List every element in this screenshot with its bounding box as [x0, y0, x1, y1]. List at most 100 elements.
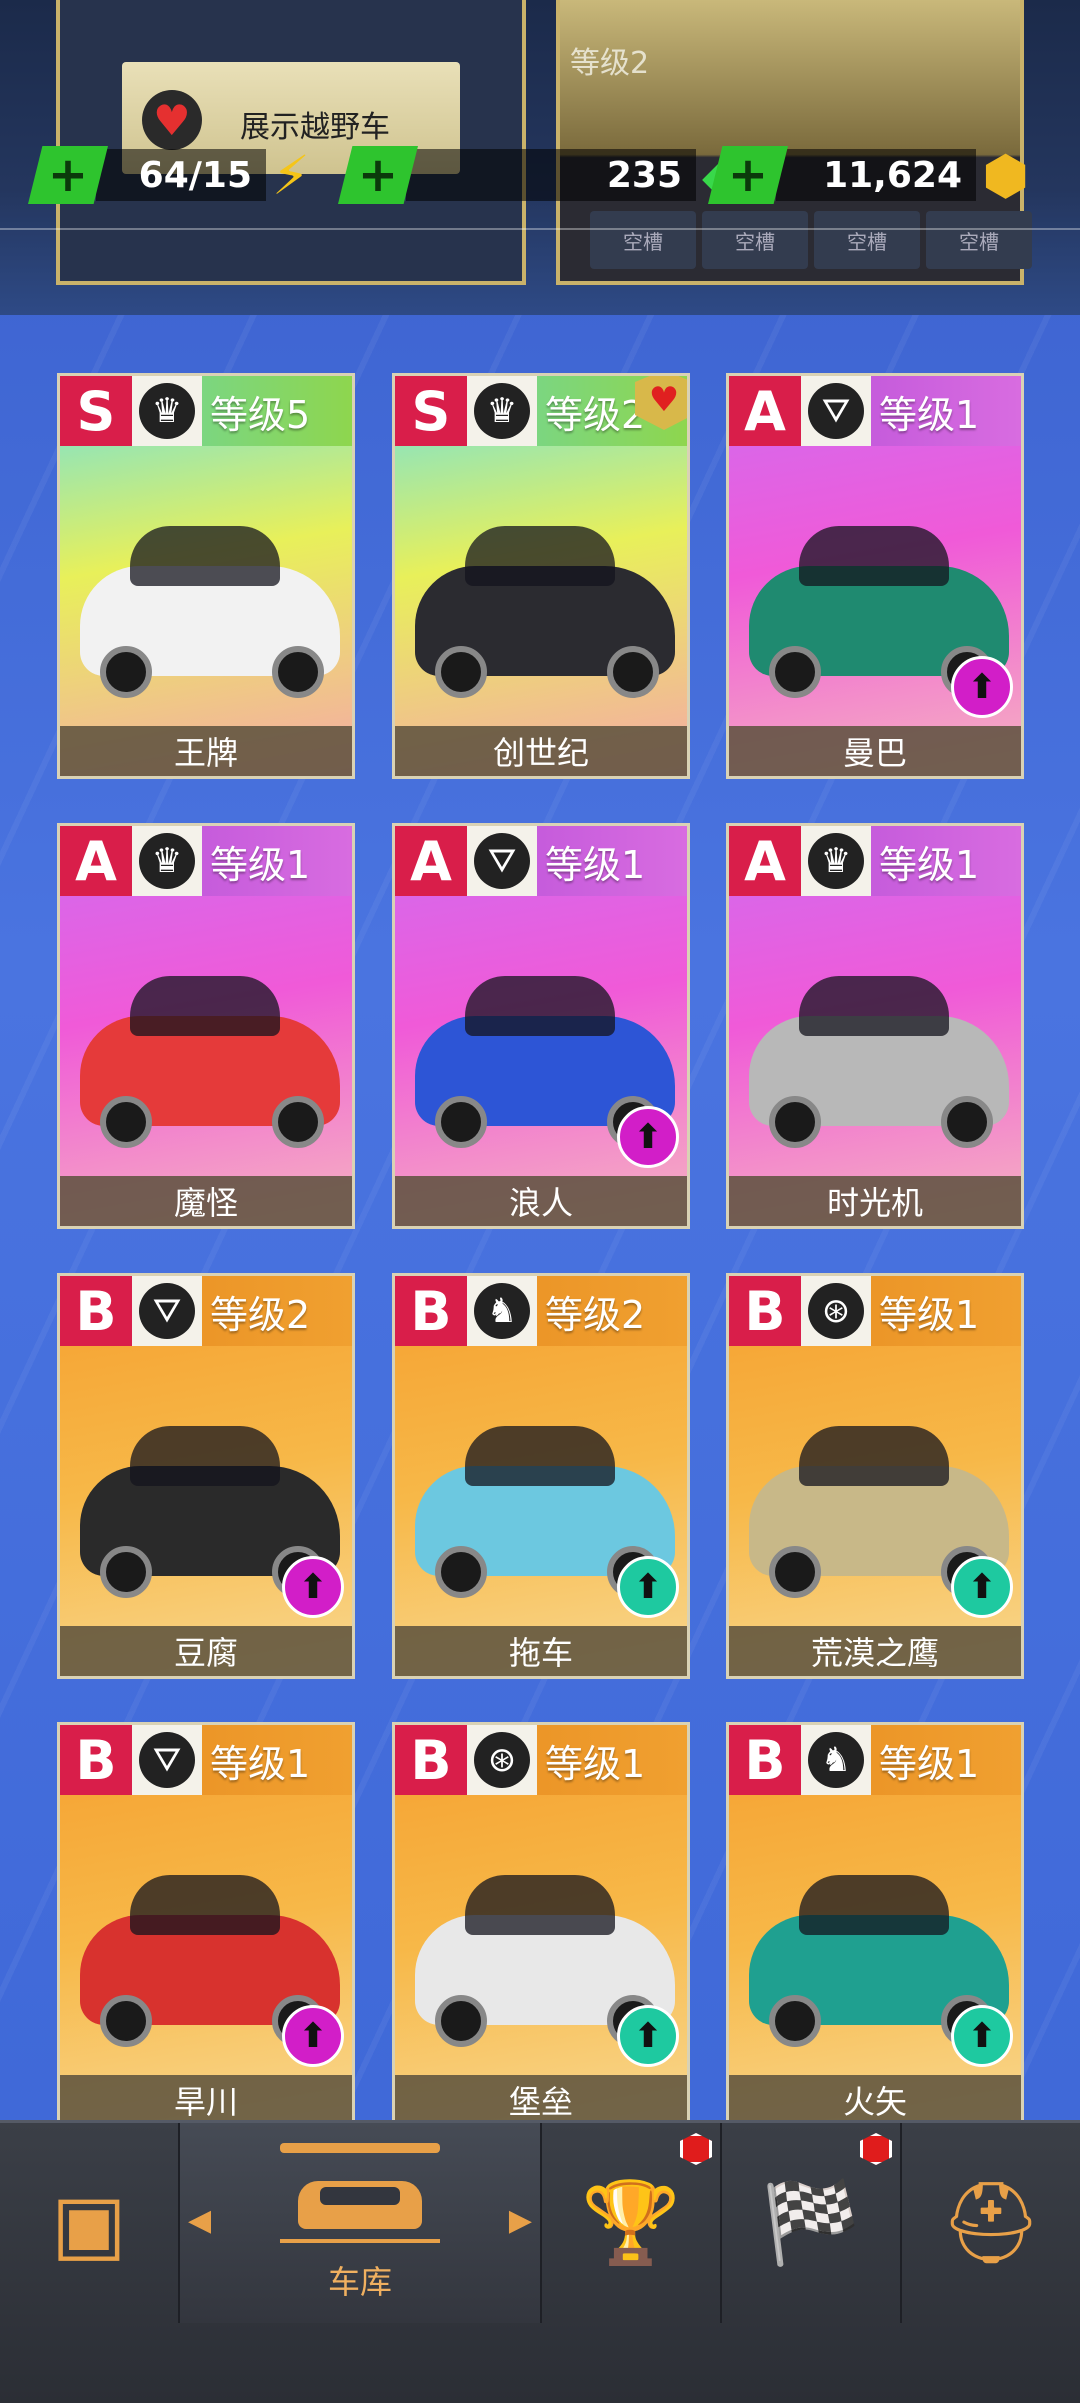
wheel: [272, 1096, 324, 1148]
arrow-right-icon[interactable]: ▶: [509, 2203, 532, 2238]
wheel: [272, 646, 324, 698]
empty-slot[interactable]: 空槽: [926, 211, 1032, 269]
car-level: 等级1: [879, 1292, 980, 1337]
class-badge: ♛: [467, 376, 537, 446]
car-card[interactable]: B ⊛ 等级1 ⬆ 堡垒: [392, 1722, 690, 2128]
wheel: [941, 1096, 993, 1148]
empty-slots: 空槽 空槽 空槽 空槽: [590, 211, 1032, 269]
crown-icon: ♛: [808, 833, 864, 889]
empty-slot[interactable]: 空槽: [590, 211, 696, 269]
class-badge: ⊛: [801, 1276, 871, 1346]
road-icon: ⛛: [474, 833, 530, 889]
class-badge: ⛛: [467, 826, 537, 896]
upgrade-arrow-icon[interactable]: ⬆: [951, 656, 1013, 718]
car-level: 等级1: [879, 842, 980, 887]
showcase-label: 展示越野车: [240, 110, 390, 145]
crown-icon: ♛: [139, 383, 195, 439]
crown-icon: ♛: [139, 833, 195, 889]
car-card[interactable]: B ♞ 等级2 ⬆ 拖车: [392, 1273, 690, 1679]
nav-race[interactable]: 🏁: [722, 2123, 900, 2323]
showcase-card-offroad[interactable]: ♥ 展示越野车: [56, 0, 526, 285]
car-level: 等级1: [879, 1741, 980, 1786]
card-header: B ⊛ 等级1: [729, 1276, 1021, 1346]
car-roof: [465, 1426, 615, 1486]
road-icon: ⛛: [139, 1283, 195, 1339]
energy-resource: + 64/15 ⚡: [28, 144, 310, 207]
car-card[interactable]: S ♛ 等级2 ♥ 创世纪: [392, 373, 690, 779]
car-card[interactable]: B ♞ 等级1 ⬆ 火矢: [726, 1722, 1024, 2128]
empty-slot[interactable]: 空槽: [702, 211, 808, 269]
car-card[interactable]: A ♛ 等级1 魔怪: [57, 823, 355, 1229]
wheel: [435, 1096, 487, 1148]
upgrade-arrow-icon[interactable]: ⬆: [951, 1556, 1013, 1618]
nav-garage[interactable]: ◀ 车库 ▶: [180, 2123, 540, 2323]
grade-badge: A: [729, 376, 801, 446]
car-card[interactable]: S ♛ 等级5 王牌: [57, 373, 355, 779]
coin-value: 11,624: [776, 149, 976, 201]
wheel: [100, 1096, 152, 1148]
car-card[interactable]: B ⛛ 等级2 ⬆ 豆腐: [57, 1273, 355, 1679]
upgrade-arrow-icon[interactable]: ⬆: [617, 1106, 679, 1168]
car-roof: [465, 1875, 615, 1935]
tire-icon: ⊛: [808, 1283, 864, 1339]
upgrade-arrow-icon[interactable]: ⬆: [617, 2005, 679, 2067]
car-roof: [130, 1426, 280, 1486]
upgrade-arrow-icon[interactable]: ⬆: [282, 1556, 344, 1618]
car-roof: [465, 976, 615, 1036]
energy-value: 64/15: [96, 149, 266, 201]
card-header: B ⛛ 等级1: [60, 1725, 352, 1795]
car-level: 等级2: [210, 1292, 311, 1337]
card-header: A ♛ 等级1: [729, 826, 1021, 896]
car-card[interactable]: A ♛ 等级1 时光机: [726, 823, 1024, 1229]
card-header: B ⛛ 等级2: [60, 1276, 352, 1346]
car-card[interactable]: A ⛛ 等级1 ⬆ 曼巴: [726, 373, 1024, 779]
card-header: A ⛛ 等级1: [395, 826, 687, 896]
card-header: B ⊛ 等级1: [395, 1725, 687, 1795]
upgrade-arrow-icon[interactable]: ⬆: [951, 2005, 1013, 2067]
car-name: 创世纪: [395, 726, 687, 776]
car-roof: [465, 526, 615, 586]
car-level: 等级5: [210, 392, 311, 437]
card-header: S ♛ 等级5: [60, 376, 352, 446]
wheel: [435, 1546, 487, 1598]
car-level: 等级1: [545, 1741, 646, 1786]
empty-slot[interactable]: 空槽: [814, 211, 920, 269]
car-name: 魔怪: [60, 1176, 352, 1226]
nav-events[interactable]: 🏆: [542, 2123, 720, 2323]
card-header: B ♞ 等级2: [395, 1276, 687, 1346]
wheel: [100, 646, 152, 698]
arrow-left-icon[interactable]: ◀: [188, 2203, 211, 2238]
upgrade-arrow-icon[interactable]: ⬆: [282, 2005, 344, 2067]
car-image: [395, 446, 687, 732]
trophy-flag-icon: 🏆: [581, 2176, 681, 2269]
card-header: B ♞ 等级1: [729, 1725, 1021, 1795]
nav-shop[interactable]: ▣: [0, 2123, 178, 2323]
checkered-flags-icon: 🏁: [761, 2176, 861, 2269]
car-roof: [799, 976, 949, 1036]
upgrade-arrow-icon[interactable]: ⬆: [617, 1556, 679, 1618]
class-badge: ⛛: [132, 1276, 202, 1346]
car-name: 时光机: [729, 1176, 1021, 1226]
car-image: [729, 896, 1021, 1182]
car-level: 等级1: [210, 1741, 311, 1786]
shop-box-icon: ▣: [51, 2176, 127, 2270]
gem-resource: + 235 ◆: [338, 144, 744, 207]
car-card[interactable]: B ⊛ 等级1 ⬆ 荒漠之鹰: [726, 1273, 1024, 1679]
car-roof: [130, 1875, 280, 1935]
showcase-card-featured[interactable]: 等级2 空槽 空槽 空槽 空槽: [556, 0, 1032, 285]
wheel: [769, 1546, 821, 1598]
car-card[interactable]: A ⛛ 等级1 ⬆ 浪人: [392, 823, 690, 1229]
car-level: 等级1: [210, 842, 311, 887]
grade-badge: B: [729, 1276, 801, 1346]
card-header: A ⛛ 等级1: [729, 376, 1021, 446]
car-name: 堡垒: [395, 2075, 687, 2125]
car-card[interactable]: B ⛛ 等级1 ⬆ 旱川: [57, 1722, 355, 2128]
nav-profile[interactable]: ⛑: [902, 2123, 1080, 2323]
crown-icon: ♛: [474, 383, 530, 439]
grade-badge: A: [60, 826, 132, 896]
gem-value: 235: [406, 149, 696, 201]
wheel: [100, 1546, 152, 1598]
class-badge: ♛: [132, 826, 202, 896]
bottom-nav: ▣ ◀ 车库 ▶ 🏆 🏁 ⛑: [0, 2120, 1080, 2403]
class-badge: ⛛: [132, 1725, 202, 1795]
